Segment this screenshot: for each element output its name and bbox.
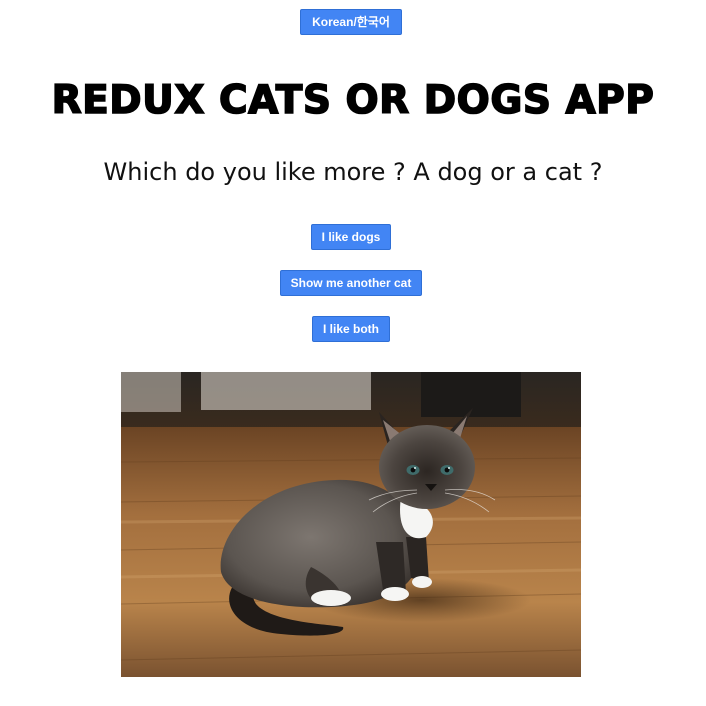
app-page: Korean/한국어 REDUX CATS OR DOGS APP Which … xyxy=(0,0,706,706)
like-dogs-button[interactable]: I like dogs xyxy=(311,224,391,250)
cat-photo xyxy=(121,372,581,677)
page-title: REDUX CATS OR DOGS APP xyxy=(51,77,655,124)
language-toggle-button[interactable]: Korean/한국어 xyxy=(300,9,402,35)
like-both-button[interactable]: I like both xyxy=(312,316,390,342)
question-text: Which do you like more ? A dog or a cat … xyxy=(103,158,603,186)
show-another-cat-button[interactable]: Show me another cat xyxy=(280,270,422,296)
